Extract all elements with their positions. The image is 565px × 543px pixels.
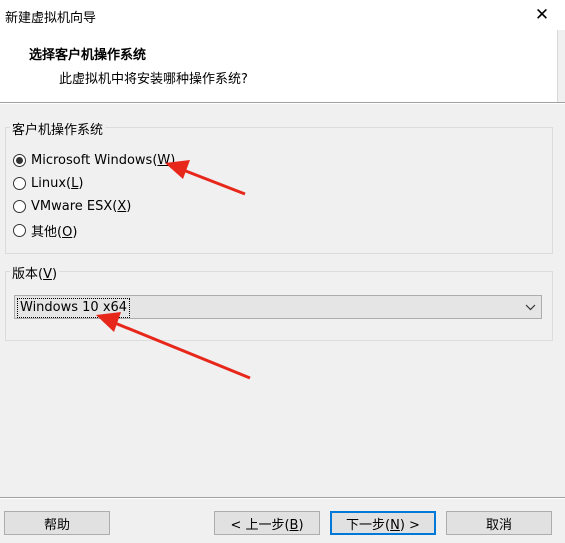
chevron-down-icon bbox=[518, 296, 541, 318]
next-button[interactable]: 下一步(N) > bbox=[330, 511, 436, 535]
radio-indicator-checked bbox=[13, 154, 26, 167]
cancel-button-label: 取消 bbox=[485, 517, 512, 533]
version-selected-value: Windows 10 x64 bbox=[17, 298, 131, 318]
window-title: 新建虚拟机向导 bbox=[5, 11, 97, 26]
next-button-label: 下一步(N) > bbox=[346, 517, 420, 533]
page-title: 选择客户机操作系统 bbox=[29, 48, 147, 63]
close-icon: ✕ bbox=[534, 5, 550, 25]
radio-label-vmware-esx: VMware ESX(X) bbox=[31, 199, 132, 214]
radio-other[interactable]: 其他(O) bbox=[13, 221, 77, 240]
radio-label-windows: Microsoft Windows(W) bbox=[31, 153, 176, 168]
header-divider-highlight bbox=[0, 103, 565, 104]
radio-label-other: 其他(O) bbox=[31, 225, 78, 240]
title-bar: 新建虚拟机向导 ✕ bbox=[0, 0, 565, 30]
guest-os-group-label: 客户机操作系统 bbox=[10, 119, 106, 138]
wizard-header: 选择客户机操作系统 此虚拟机中将安装哪种操作系统? bbox=[0, 30, 558, 102]
version-dropdown[interactable]: Windows 10 x64 bbox=[14, 295, 542, 319]
radio-microsoft-windows[interactable]: Microsoft Windows(W) bbox=[13, 153, 175, 168]
radio-indicator bbox=[13, 177, 26, 190]
footer-divider-highlight bbox=[0, 498, 565, 499]
back-button-label: < 上一步(B) bbox=[230, 517, 304, 533]
radio-indicator bbox=[13, 200, 26, 213]
page-subtitle: 此虚拟机中将安装哪种操作系统? bbox=[59, 72, 248, 87]
radio-label-linux: Linux(L) bbox=[31, 176, 84, 191]
version-group-label: 版本(V) bbox=[10, 263, 60, 282]
close-button[interactable]: ✕ bbox=[519, 0, 565, 30]
help-button-label: 帮助 bbox=[43, 517, 70, 533]
help-button[interactable]: 帮助 bbox=[4, 511, 110, 535]
cancel-button[interactable]: 取消 bbox=[446, 511, 552, 535]
back-button[interactable]: < 上一步(B) bbox=[214, 511, 320, 535]
radio-linux[interactable]: Linux(L) bbox=[13, 176, 83, 191]
radio-indicator bbox=[13, 224, 26, 237]
guest-os-group bbox=[5, 127, 553, 254]
radio-vmware-esx[interactable]: VMware ESX(X) bbox=[13, 199, 131, 214]
